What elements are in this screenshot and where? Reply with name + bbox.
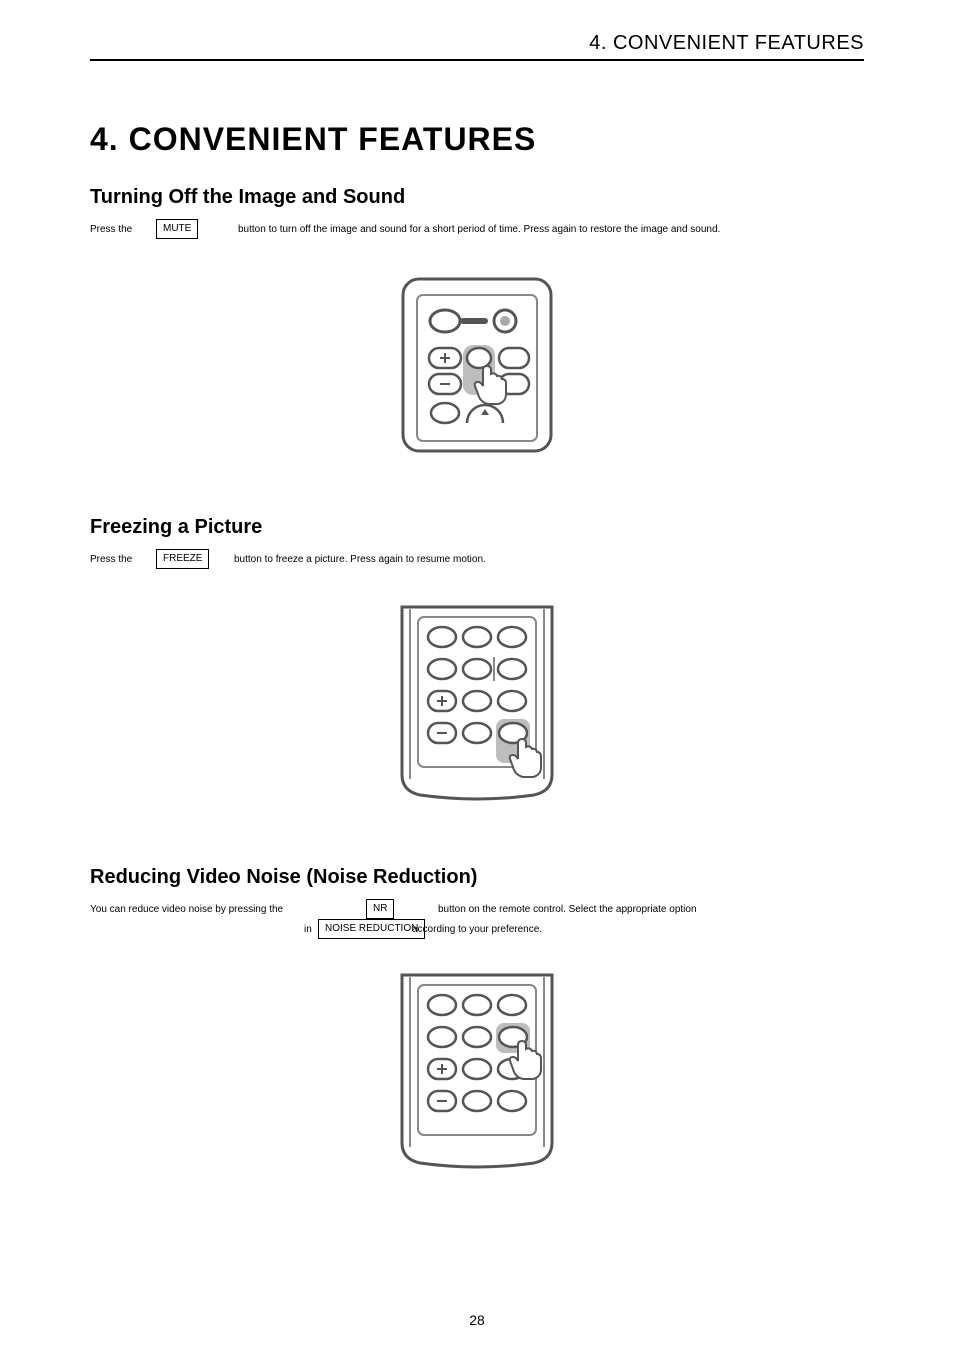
button-label-nr: NR — [366, 899, 394, 919]
button-label-mute: MUTE — [156, 219, 198, 239]
remote-illustration-freeze — [392, 603, 562, 803]
running-header: 4. CONVENIENT FEATURES — [90, 32, 864, 55]
body-text: according to your preference. — [412, 922, 542, 938]
section-heading: Reducing Video Noise (Noise Reduction) — [90, 866, 864, 889]
body-text: button on the remote control. Select the… — [438, 902, 697, 918]
body-text: Press the — [90, 222, 132, 238]
body-text: in — [304, 922, 312, 938]
section-heading: Freezing a Picture — [90, 516, 864, 539]
button-label-noise-reduction: NOISE REDUCTION — [318, 919, 425, 939]
body-text: button to freeze a picture. Press again … — [234, 552, 486, 568]
body-text: Press the — [90, 552, 132, 568]
remote-illustration-nr — [392, 971, 562, 1171]
page-number: 28 — [0, 1312, 954, 1328]
section-heading: Turning Off the Image and Sound — [90, 186, 864, 209]
section-freezing-picture: Freezing a Picture Press the FREEZE butt… — [90, 516, 864, 816]
section-noise-reduction: Reducing Video Noise (Noise Reduction) Y… — [90, 866, 864, 1171]
header-rule — [90, 59, 864, 61]
remote-illustration-mute — [397, 273, 557, 453]
button-label-freeze: FREEZE — [156, 549, 209, 569]
body-text: You can reduce video noise by pressing t… — [90, 902, 283, 918]
body-text: button to turn off the image and sound f… — [238, 222, 720, 238]
section-turn-off-image-sound: Turning Off the Image and Sound Press th… — [90, 186, 864, 466]
page-title: 4. CONVENIENT FEATURES — [90, 121, 864, 158]
